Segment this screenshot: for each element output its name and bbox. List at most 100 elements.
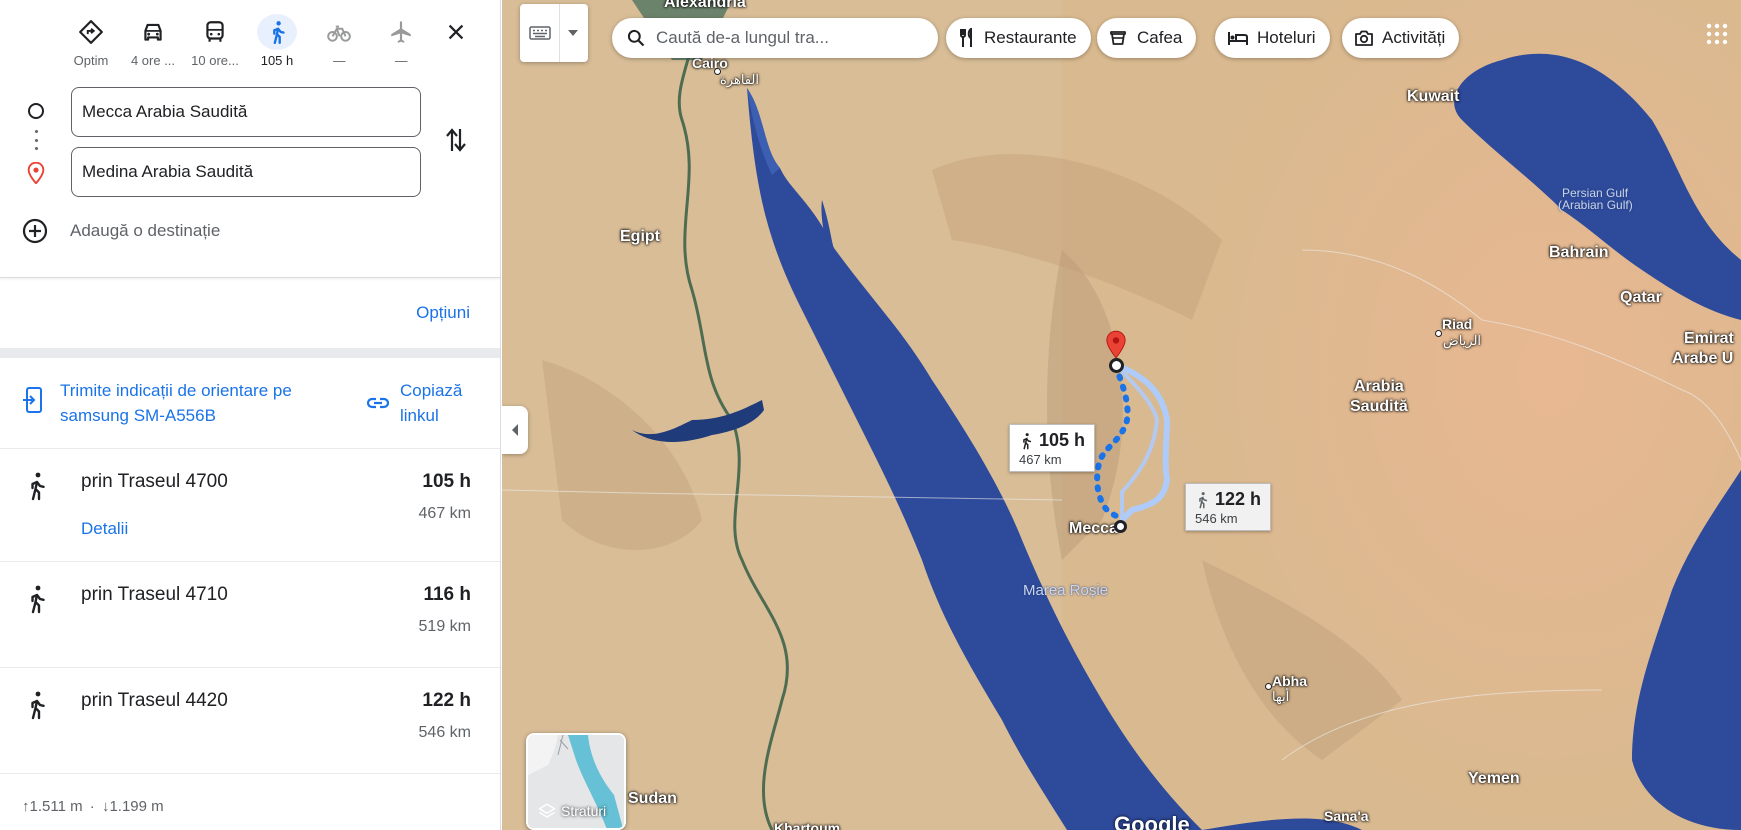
search-along-route: [612, 18, 938, 58]
close-directions-button[interactable]: [440, 16, 472, 48]
map-label-yemen: Yemen: [1468, 770, 1520, 787]
mode-best-label: Optim: [73, 53, 109, 68]
divider: [0, 277, 500, 278]
bicycle-icon: [319, 14, 359, 50]
destination-pin-icon: [27, 161, 45, 189]
map-canvas[interactable]: Alexandria Cairo القاهرة Egipt Kuwait Pe…: [502, 0, 1741, 830]
bus-icon: [195, 14, 235, 50]
layers-button[interactable]: Straturi: [526, 733, 626, 830]
origin-circle-icon: [28, 103, 44, 119]
caret-down-icon: [568, 30, 578, 36]
send-to-phone-button[interactable]: Trimite indicații de orientare pe samsun…: [22, 378, 330, 428]
chip-activities[interactable]: Activități: [1342, 18, 1460, 58]
camera-icon: [1355, 30, 1373, 46]
route-distance: 519 km: [418, 618, 471, 635]
section-separator: [0, 348, 500, 358]
destination-pin-icon: [1106, 330, 1126, 359]
chip-label: Activități: [1382, 28, 1446, 47]
apps-grid-icon: [1706, 23, 1728, 45]
map-label-cairo-ar: القاهرة: [720, 72, 759, 87]
collapse-panel-button[interactable]: [502, 406, 528, 454]
route-option[interactable]: prin Traseul 4420 122 h 546 km: [0, 667, 500, 773]
copy-link-button[interactable]: Copiază linkul: [366, 378, 480, 428]
chip-coffee[interactable]: Cafea: [1097, 18, 1197, 58]
swap-waypoints-button[interactable]: [442, 124, 470, 156]
mode-best[interactable]: Optim: [60, 14, 122, 70]
map-label-alexandria: Alexandria: [664, 0, 746, 11]
route-callout-primary[interactable]: 105 h 467 km: [1009, 424, 1096, 472]
route-name: prin Traseul 4710: [81, 584, 228, 605]
travel-mode-bar: Optim 4 ore ... 10 ore... 105 h — —: [60, 14, 432, 70]
mode-car[interactable]: 4 ore ...: [122, 14, 184, 70]
map-label-sanaa: Sana'a: [1324, 808, 1369, 824]
hotel-icon: [1228, 32, 1248, 45]
walk-icon: [31, 472, 45, 501]
map-label-bahrain: Bahrain: [1549, 244, 1609, 261]
city-dot: [1265, 683, 1272, 690]
route-name: prin Traseul 4420: [81, 690, 228, 711]
walk-icon: [31, 585, 45, 614]
route-distance: 546 km: [418, 724, 471, 741]
search-icon: [627, 29, 645, 47]
route-distance: 467 km: [418, 505, 471, 522]
mode-walking[interactable]: 105 h: [246, 14, 308, 70]
input-tools-dropdown[interactable]: [560, 30, 586, 36]
apps-grid-button[interactable]: [1703, 20, 1731, 48]
route-time: 122 h: [422, 690, 471, 711]
city-dot: [714, 68, 721, 75]
satellite-map: [502, 0, 1741, 830]
route-details-link[interactable]: Detalii: [81, 519, 128, 539]
route-option[interactable]: prin Traseul 4710 116 h 519 km: [0, 561, 500, 667]
mode-bicycle[interactable]: —: [308, 14, 370, 70]
chip-label: Hoteluri: [1257, 28, 1316, 47]
mode-walking-label: 105 h: [260, 53, 294, 68]
google-logo: Google: [1114, 812, 1190, 830]
mode-car-label: 4 ore ...: [130, 53, 176, 68]
map-label-riyadh: Riad: [1442, 316, 1473, 332]
walk-icon: [1199, 491, 1208, 508]
route-option[interactable]: prin Traseul 4700 105 h 467 km Detalii: [0, 448, 500, 561]
map-label-abha-ar: أبها: [1272, 689, 1290, 704]
keyboard-icon: [528, 26, 551, 40]
coffee-icon: [1110, 31, 1126, 45]
map-label-red-sea: Marea Roșie: [1023, 582, 1109, 599]
chip-label: Cafea: [1137, 28, 1183, 47]
mode-flight[interactable]: —: [370, 14, 432, 70]
map-label-persian-gulf-2: (Arabian Gulf): [1558, 198, 1633, 212]
destination-marker[interactable]: [1109, 358, 1124, 373]
add-destination-button[interactable]: Adaugă o destinație: [22, 218, 220, 244]
input-tools: [520, 4, 588, 62]
route-name: prin Traseul 4700: [81, 471, 228, 492]
route-callout-alternate[interactable]: 122 h 546 km: [1185, 483, 1272, 531]
mode-transit[interactable]: 10 ore...: [184, 14, 246, 70]
origin-input[interactable]: [71, 87, 421, 137]
search-along-route-input[interactable]: [656, 28, 916, 48]
close-icon: [448, 24, 464, 40]
callout-distance: 546 km: [1195, 511, 1238, 526]
send-to-phone-icon: [23, 387, 42, 413]
map-label-khartoum: Khartoum: [774, 820, 841, 830]
map-label-egypt: Egipt: [620, 228, 660, 245]
route-time: 105 h: [422, 471, 471, 492]
mode-bicycle-label: —: [332, 53, 346, 68]
copy-link-label: Copiază linkul: [400, 381, 463, 425]
elevation-up: 1.511 m: [29, 798, 83, 815]
restaurant-icon: [960, 28, 972, 47]
send-to-phone-label: Trimite indicații de orientare pe samsun…: [60, 381, 292, 425]
chip-hotels[interactable]: Hoteluri: [1215, 18, 1330, 58]
link-icon: [366, 397, 390, 409]
elevation-down: 1.199 m: [109, 798, 164, 815]
route-time: 116 h: [423, 584, 471, 605]
car-icon: [133, 14, 173, 50]
city-dot: [1435, 330, 1442, 337]
mode-flight-label: —: [394, 53, 408, 68]
options-link[interactable]: Opțiuni: [416, 303, 470, 323]
map-label-abha: Abha: [1272, 673, 1307, 689]
destination-input[interactable]: [71, 147, 421, 197]
chip-restaurants[interactable]: Restaurante: [946, 18, 1091, 58]
map-label-emirates-2: Arabe U: [1672, 350, 1734, 367]
elevation-summary: ↑1.511 m · ↓1.199 m: [22, 798, 164, 815]
directions-panel: Optim 4 ore ... 10 ore... 105 h — — Mecc…: [0, 0, 501, 830]
origin-marker[interactable]: [1114, 520, 1127, 533]
keyboard-button[interactable]: [520, 4, 560, 62]
